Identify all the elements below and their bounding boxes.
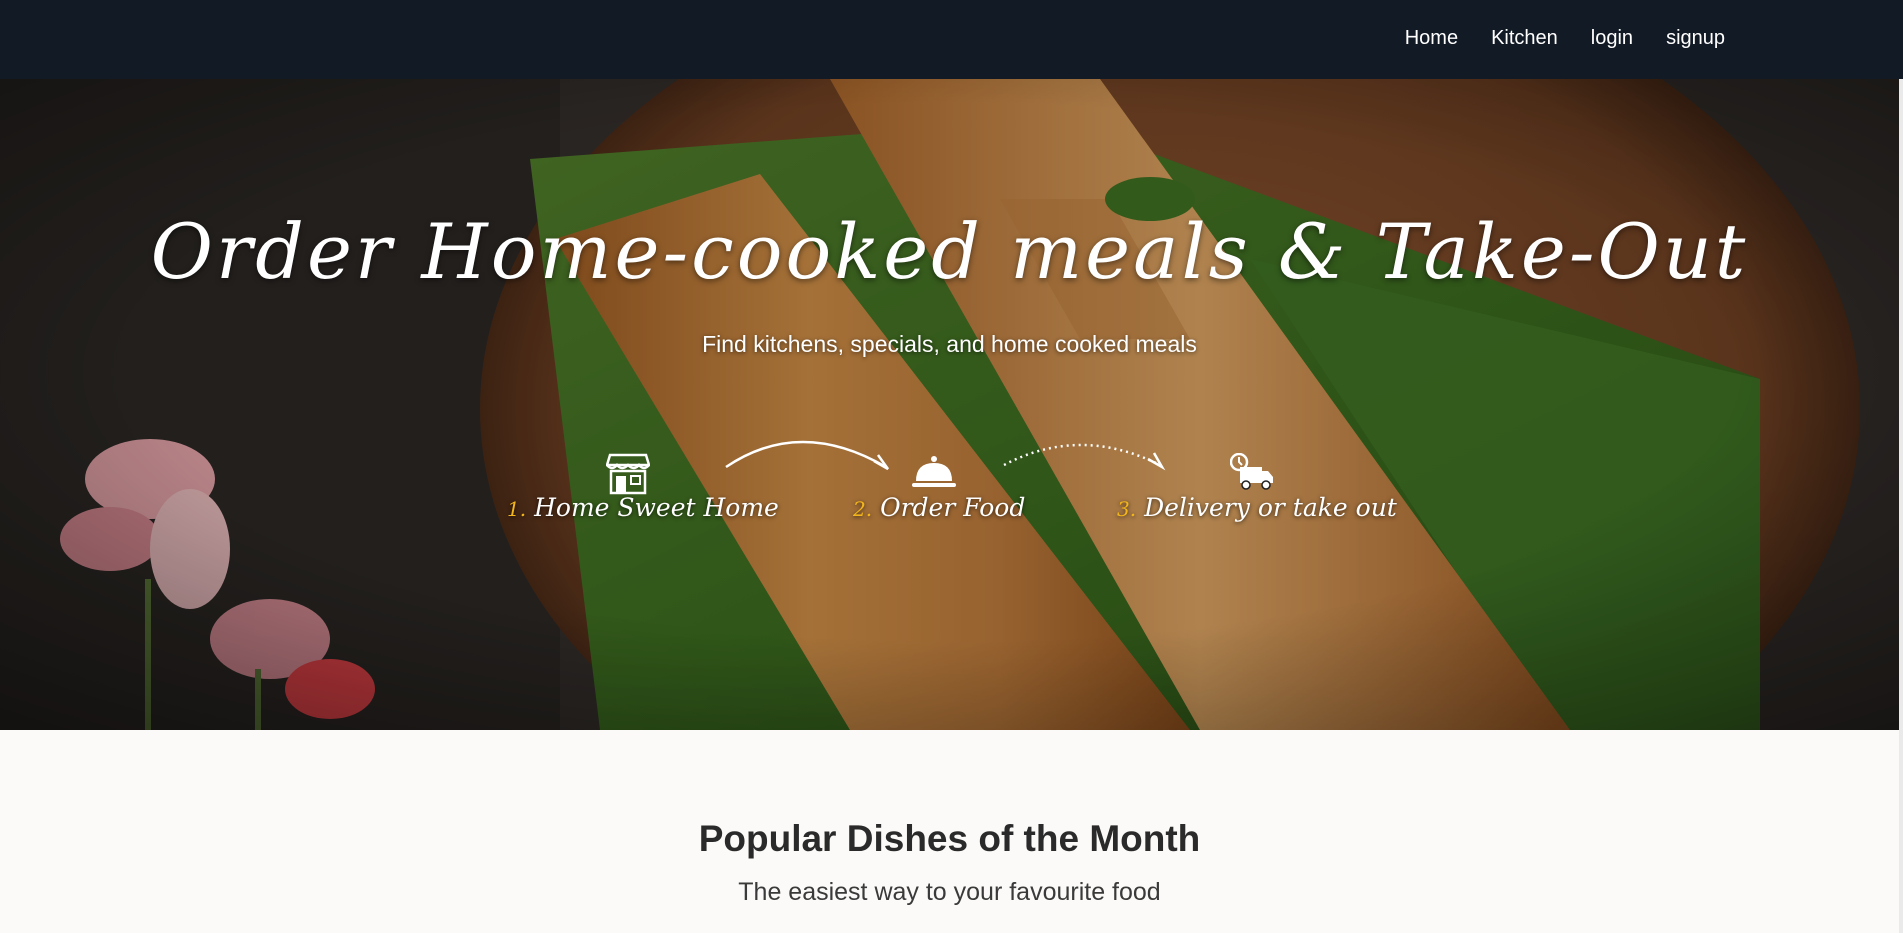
arrow-step2-to-step3-icon bbox=[1003, 443, 1166, 471]
popular-dishes-section: Popular Dishes of the Month The easiest … bbox=[0, 730, 1899, 933]
step-1-number: 1. bbox=[507, 497, 527, 521]
arrow-step1-to-step2-icon bbox=[725, 440, 890, 471]
popular-dishes-subtitle: The easiest way to your favourite food bbox=[738, 878, 1161, 906]
step-2: 2. Order Food bbox=[853, 493, 1025, 522]
step-3-label: Delivery or take out bbox=[1144, 493, 1397, 522]
nav-link-signup[interactable]: signup bbox=[1666, 27, 1725, 50]
top-navbar: Home Kitchen login signup bbox=[0, 0, 1903, 79]
vertical-scrollbar[interactable] bbox=[1899, 0, 1903, 933]
popular-dishes-title: Popular Dishes of the Month bbox=[698, 818, 1201, 859]
delivery-truck-icon bbox=[1230, 453, 1273, 490]
step-1-label: Home Sweet Home bbox=[534, 493, 779, 522]
step-2-number: 2. bbox=[853, 497, 873, 521]
step-3: 3. Delivery or take out bbox=[1117, 493, 1397, 522]
hero-title: Order Home-cooked meals & Take-Out bbox=[150, 207, 1749, 296]
nav-link-login[interactable]: login bbox=[1591, 27, 1633, 50]
hero-section: Order Home-cooked meals & Take-Out Find … bbox=[0, 79, 1899, 730]
serving-cloche-icon bbox=[912, 456, 956, 487]
nav-link-home[interactable]: Home bbox=[1405, 27, 1458, 50]
nav-link-kitchen[interactable]: Kitchen bbox=[1491, 27, 1558, 50]
hero-food-photo bbox=[0, 79, 1899, 730]
hero-subtitle: Find kitchens, specials, and home cooked… bbox=[702, 331, 1197, 357]
nav-links: Home Kitchen login signup bbox=[1405, 0, 1725, 76]
step-1: 1. Home Sweet Home bbox=[507, 493, 779, 522]
storefront-icon bbox=[606, 453, 650, 495]
step-2-label: Order Food bbox=[880, 493, 1026, 522]
step-3-number: 3. bbox=[1117, 497, 1137, 521]
